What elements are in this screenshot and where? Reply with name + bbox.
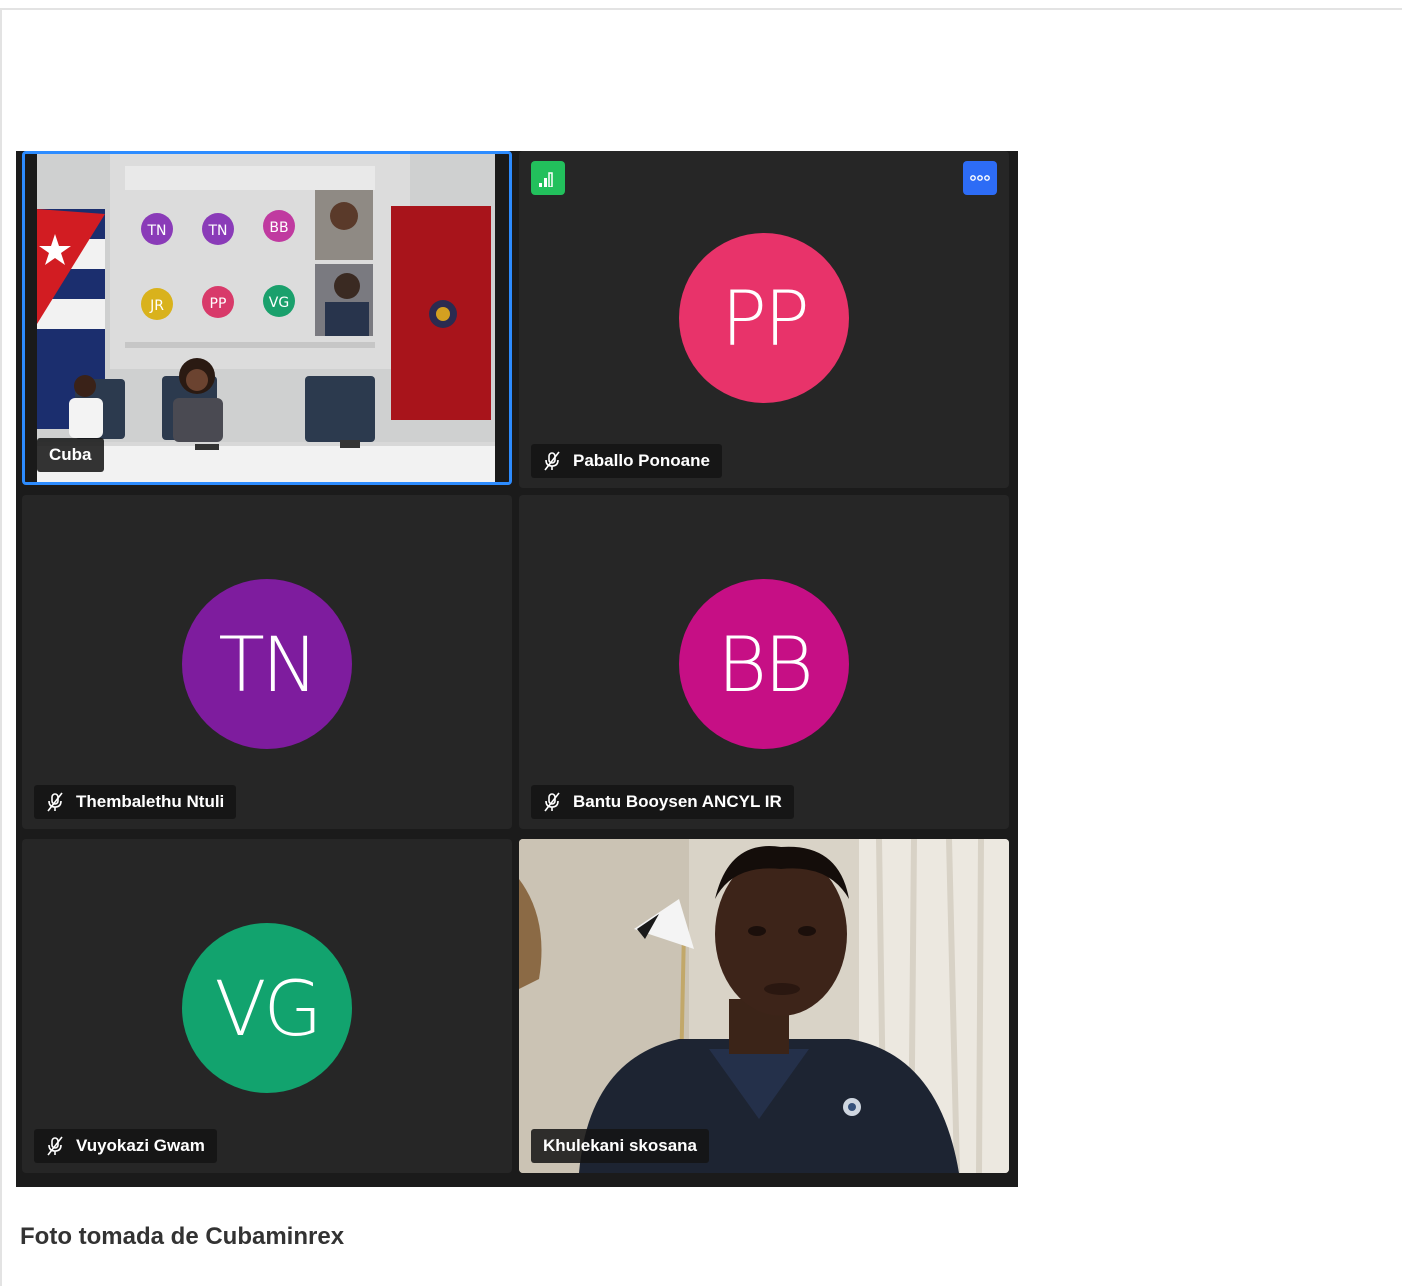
muted-microphone-icon [46,1136,64,1156]
participant-tile-bantu-booysen[interactable]: BB Bantu Booysen ANCYL IR [519,495,1009,829]
participant-name-tag: Vuyokazi Gwam [34,1129,217,1163]
participant-tile-khulekani-skosana[interactable]: Khulekani skosana [519,839,1009,1173]
muted-microphone-icon [543,451,561,471]
muted-microphone-icon [46,792,64,812]
more-options-icon[interactable] [963,161,997,195]
muted-microphone-icon [543,792,561,812]
participant-tile-paballo-ponoane[interactable]: PP Paballo Ponoane [519,151,1009,488]
participant-tile-vuyokazi-gwam[interactable]: VG Vuyokazi Gwam [22,839,512,1173]
projected-avatar-5: PP [210,296,227,312]
projected-avatar-4: JR [149,298,164,314]
participant-name-tag: Thembalethu Ntuli [34,785,237,819]
signal-bars-icon[interactable] [531,161,565,195]
participant-name-tag: Bantu Booysen ANCYL IR [531,785,794,819]
participant-name-tag: Khulekani skosana [531,1129,710,1163]
participant-name-tag: Paballo Ponoane [531,444,722,478]
cuba-video-feed: TN TN BB JR PP VG [25,154,509,482]
video-meeting-gallery: TN TN BB JR PP VG Cuba PP Paballo Ponoan… [16,151,1018,1187]
projected-avatar-3: BB [269,220,288,236]
avatar: PP [679,233,849,403]
participant-name: Cuba [49,445,92,464]
khulekani-video-feed [519,839,1009,1173]
avatar: TN [182,579,352,749]
participant-name: Khulekani skosana [543,1136,698,1155]
participant-tile-cuba[interactable]: TN TN BB JR PP VG Cuba [22,151,512,485]
participant-name-tag: Cuba [37,438,104,472]
projected-avatar-6: VG [269,295,289,311]
projected-avatar-1: TN [146,223,166,239]
participant-name: Thembalethu Ntuli [76,792,225,811]
more-dots-glyph [970,175,990,181]
signal-bars-glyph [539,172,553,187]
avatar: VG [182,923,352,1093]
participant-name: Paballo Ponoane [573,451,710,470]
participant-tile-thembalethu-ntuli[interactable]: TN Thembalethu Ntuli [22,495,512,829]
participant-name: Bantu Booysen ANCYL IR [573,792,782,811]
participant-name: Vuyokazi Gwam [76,1136,205,1155]
projected-avatar-2: TN [207,223,227,239]
photo-caption: Foto tomada de Cubaminrex [20,1223,345,1250]
avatar: BB [679,579,849,749]
